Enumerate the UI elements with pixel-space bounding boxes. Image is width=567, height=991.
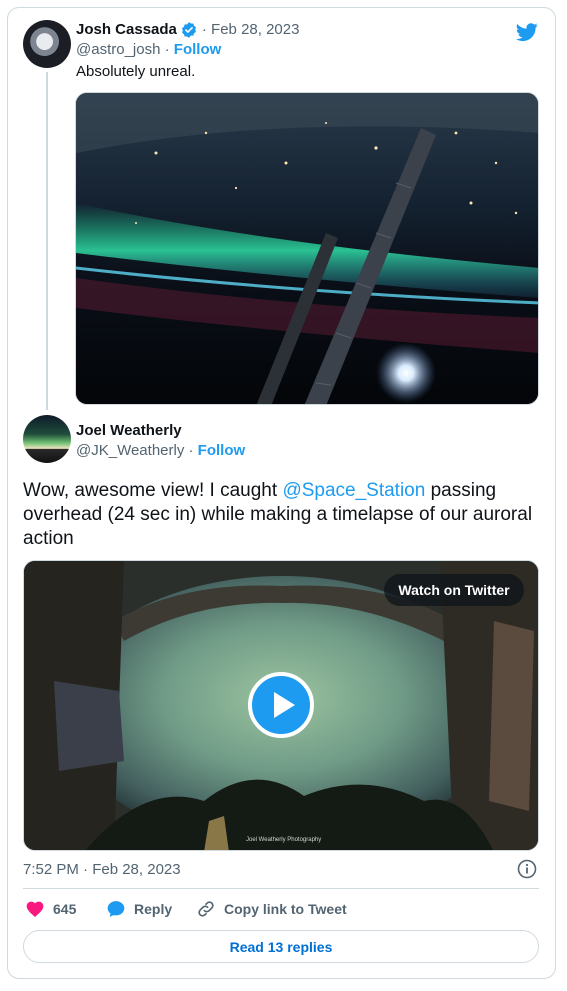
tweet1-date[interactable]: · Feb 28, 2023 [202, 20, 300, 40]
actions-divider [23, 888, 539, 889]
info-icon[interactable] [517, 859, 537, 879]
tweet1-handle-row: @astro_josh · Follow [76, 40, 221, 60]
tweet2-text: Wow, awesome view! I caught @Space_Stati… [23, 479, 533, 551]
follow-button[interactable]: Follow [198, 442, 246, 459]
video-credit-watermark: Joel Weatherly Photography [246, 837, 322, 843]
tweet1-photo-aurora-from-orbit[interactable] [75, 92, 539, 405]
author-display-name[interactable]: Joel Weatherly [76, 421, 182, 441]
follow-button[interactable]: Follow [174, 41, 222, 58]
avatar-joel-weatherly[interactable] [23, 415, 71, 463]
link-icon [198, 901, 214, 917]
tweet2-text-start: Wow, awesome view! I caught [23, 480, 283, 501]
tweet2-author-row: Joel Weatherly [76, 421, 182, 441]
tweet-timestamp[interactable]: 7:52 PM · Feb 28, 2023 [23, 860, 181, 880]
author-handle[interactable]: @astro_josh [76, 41, 160, 58]
handle-separator: · [184, 442, 198, 459]
watch-on-twitter-button[interactable]: Watch on Twitter [384, 574, 524, 606]
read-replies-button[interactable]: Read 13 replies [23, 930, 539, 963]
play-icon[interactable] [248, 672, 314, 738]
reply-action[interactable]: Reply [106, 899, 172, 919]
copy-link-action[interactable]: Copy link to Tweet [196, 899, 347, 919]
thread-connector-line [46, 72, 48, 410]
reply-label: Reply [134, 901, 173, 917]
twitter-bird-icon[interactable] [515, 21, 539, 43]
tweet2-handle-row: @JK_Weatherly · Follow [76, 441, 245, 461]
avatar-josh-cassada[interactable] [23, 20, 71, 68]
reply-bubble-icon [107, 901, 125, 917]
heart-icon [26, 901, 44, 917]
verified-badge-icon [181, 22, 196, 38]
mention-link[interactable]: @Space_Station [282, 480, 425, 501]
author-display-name[interactable]: Josh Cassada [76, 20, 177, 40]
author-handle[interactable]: @JK_Weatherly [76, 442, 184, 459]
like-count: 645 [53, 901, 77, 917]
like-action[interactable]: 645 [25, 899, 76, 919]
tweet1-author-row: Josh Cassada · Feb 28, 2023 [76, 20, 299, 40]
tweet1-text: Absolutely unreal. [76, 63, 196, 80]
copy-link-label: Copy link to Tweet [224, 901, 347, 917]
aurora-photo-image [76, 93, 538, 404]
handle-separator: · [160, 41, 174, 58]
